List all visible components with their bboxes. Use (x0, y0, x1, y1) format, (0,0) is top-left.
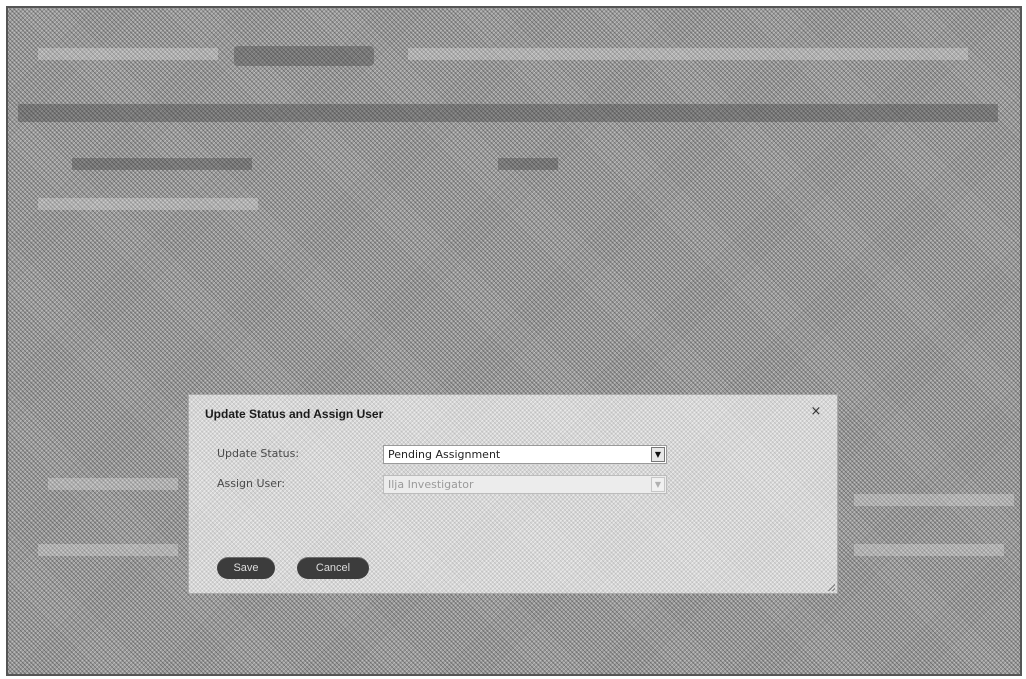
assign-user-select[interactable]: Ilja Investigator ▼ (383, 475, 667, 494)
close-icon[interactable]: × (809, 405, 823, 419)
background-text-line (72, 158, 252, 170)
background-text-line (498, 158, 558, 170)
dialog-title: Update Status and Assign User (205, 407, 384, 421)
background-text-line (38, 198, 258, 210)
background-nav-bar (38, 48, 218, 60)
assign-user-label: Assign User: (217, 477, 286, 490)
cancel-button[interactable]: Cancel (297, 557, 369, 579)
background-text-line (48, 478, 178, 490)
background-nav-bar (408, 48, 968, 60)
resize-handle[interactable] (827, 583, 835, 591)
assign-user-value: Ilja Investigator (388, 478, 474, 491)
chevron-down-icon[interactable]: ▼ (651, 447, 665, 462)
update-status-dialog: Update Status and Assign User × Update S… (188, 394, 838, 594)
chevron-down-icon[interactable]: ▼ (651, 477, 665, 492)
update-status-select[interactable]: Pending Assignment ▼ (383, 445, 667, 464)
update-status-label: Update Status: (217, 447, 300, 460)
update-status-value: Pending Assignment (388, 448, 501, 461)
background-header-band (18, 104, 998, 122)
background-text-line (854, 494, 1014, 506)
background-text-line (854, 544, 1004, 556)
background-tab (234, 46, 374, 66)
background-text-line (38, 544, 178, 556)
save-button[interactable]: Save (217, 557, 275, 579)
